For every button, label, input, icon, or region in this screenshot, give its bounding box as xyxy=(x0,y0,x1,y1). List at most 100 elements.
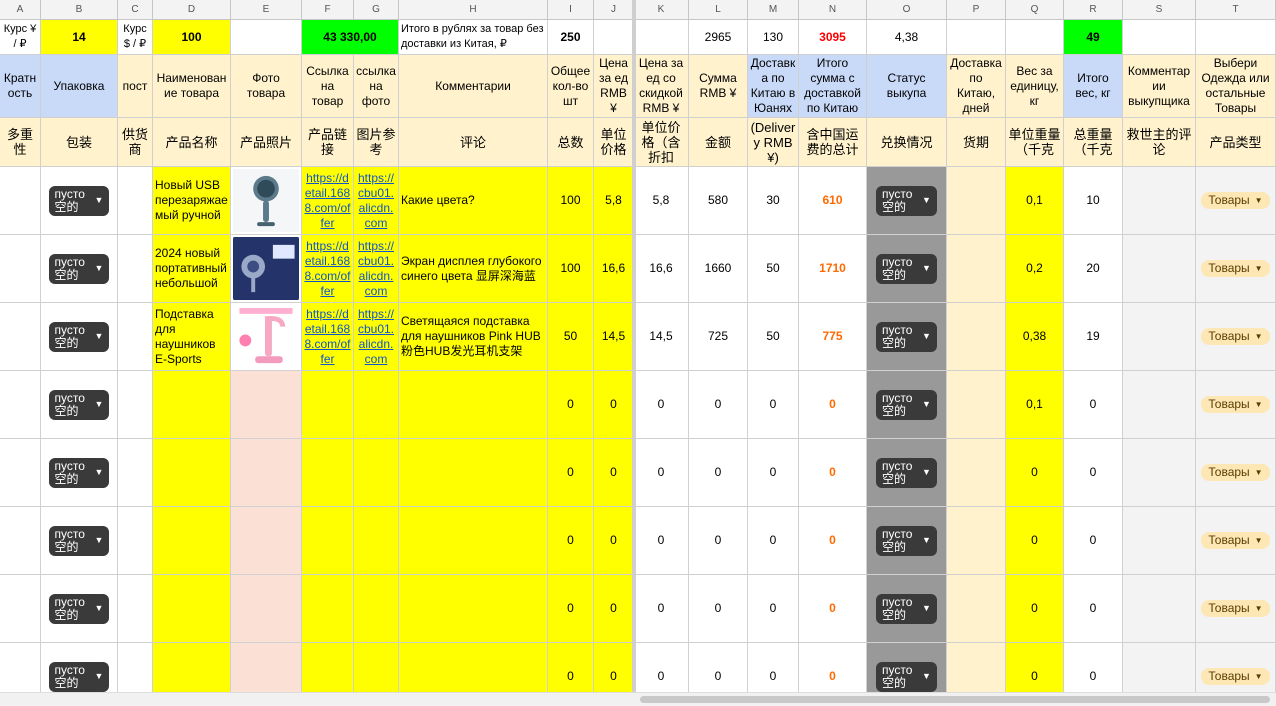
product-link-cell[interactable] xyxy=(302,371,354,439)
unit-price-cell[interactable]: 0 xyxy=(594,439,634,507)
product-link-cell[interactable] xyxy=(302,575,354,643)
product-photo-cell[interactable] xyxy=(231,371,302,439)
discount-price-cell[interactable]: 0 xyxy=(634,643,689,692)
delivery-cell[interactable]: 50 xyxy=(748,303,799,371)
sum-rmb-cell[interactable]: 0 xyxy=(689,575,748,643)
header-cn-s[interactable]: 救世主的评论 xyxy=(1123,118,1196,167)
packaging-cell[interactable]: пусто 空的 ▼ xyxy=(41,235,118,303)
supplier-cell[interactable] xyxy=(118,575,153,643)
photo-link-cell[interactable] xyxy=(354,575,399,643)
product-link-cell[interactable] xyxy=(302,507,354,575)
product-type-chip[interactable]: Товары ▼ xyxy=(1201,532,1270,549)
product-photo-cell[interactable] xyxy=(231,507,302,575)
header-cn-a[interactable]: 多重性 xyxy=(0,118,41,167)
sum-delivery-value[interactable]: 130 xyxy=(748,20,799,55)
product-photo-cell[interactable] xyxy=(231,235,302,303)
photo-link-cell[interactable] xyxy=(354,643,399,692)
header-ru-c[interactable]: пост xyxy=(118,55,153,118)
product-type-chip[interactable]: Товары ▼ xyxy=(1201,668,1270,685)
header-cn-d[interactable]: 产品名称 xyxy=(153,118,231,167)
delivery-days-cell[interactable] xyxy=(947,643,1006,692)
unit-price-cell[interactable]: 14,5 xyxy=(594,303,634,371)
unit-weight-cell[interactable]: 0,2 xyxy=(1006,235,1064,303)
total-with-delivery-cell[interactable]: 0 xyxy=(799,643,867,692)
quantity-cell[interactable]: 0 xyxy=(548,643,594,692)
horizontal-scrollbar[interactable] xyxy=(0,692,1276,706)
comment-cell[interactable] xyxy=(399,643,548,692)
column-header-f[interactable]: F xyxy=(302,0,354,20)
purchase-status-dropdown[interactable]: пусто 空的 ▼ xyxy=(876,321,937,352)
comment-cell[interactable] xyxy=(399,507,548,575)
header-cn-b[interactable]: 包装 xyxy=(41,118,118,167)
buyer-comment-cell[interactable] xyxy=(1123,235,1196,303)
summary-empty-p[interactable] xyxy=(947,20,1006,55)
purchase-status-cell[interactable]: пусто 空的 ▼ xyxy=(867,371,947,439)
photo-link-cell[interactable]: https://cbu01.alicdn.com xyxy=(354,303,399,371)
summary-empty-j[interactable] xyxy=(594,20,634,55)
photo-link-cell[interactable] xyxy=(354,371,399,439)
header-ru-e[interactable]: Фото товара xyxy=(231,55,302,118)
sum-rmb-cell[interactable]: 0 xyxy=(689,643,748,692)
delivery-cell[interactable]: 50 xyxy=(748,235,799,303)
column-header-g[interactable]: G xyxy=(354,0,399,20)
quantity-cell[interactable]: 100 xyxy=(548,235,594,303)
column-header-r[interactable]: R xyxy=(1064,0,1123,20)
product-type-cell[interactable]: Товары ▼ xyxy=(1196,167,1276,235)
packaging-cell[interactable]: пусто 空的 ▼ xyxy=(41,507,118,575)
sum-rmb-cell[interactable]: 0 xyxy=(689,371,748,439)
packaging-cell[interactable]: пусто 空的 ▼ xyxy=(41,643,118,692)
product-type-chip[interactable]: Товары ▼ xyxy=(1201,260,1270,277)
summary-empty-q[interactable] xyxy=(1006,20,1064,55)
rate-usd-value[interactable]: 100 xyxy=(153,20,231,55)
product-type-cell[interactable]: Товары ▼ xyxy=(1196,643,1276,692)
purchase-status-cell[interactable]: пусто 空的 ▼ xyxy=(867,167,947,235)
multiplicity-cell[interactable] xyxy=(0,575,41,643)
column-header-b[interactable]: B xyxy=(41,0,118,20)
horizontal-scrollbar-thumb[interactable] xyxy=(640,696,1270,703)
column-header-c[interactable]: C xyxy=(118,0,153,20)
delivery-cell[interactable]: 0 xyxy=(748,643,799,692)
supplier-cell[interactable] xyxy=(118,643,153,692)
total-rub-value[interactable]: 43 330,00 xyxy=(302,20,399,55)
packaging-cell[interactable]: пусто 空的 ▼ xyxy=(41,371,118,439)
sum-rmb-cell[interactable]: 580 xyxy=(689,167,748,235)
total-weight-cell[interactable]: 10 xyxy=(1064,167,1123,235)
header-cn-f[interactable]: 产品链接 xyxy=(302,118,354,167)
column-header-q[interactable]: Q xyxy=(1006,0,1064,20)
column-header-s[interactable]: S xyxy=(1123,0,1196,20)
header-cn-t[interactable]: 产品类型 xyxy=(1196,118,1276,167)
quantity-cell[interactable]: 0 xyxy=(548,575,594,643)
unit-price-cell[interactable]: 0 xyxy=(594,575,634,643)
unit-price-cell[interactable]: 0 xyxy=(594,371,634,439)
product-type-chip[interactable]: Товары ▼ xyxy=(1201,464,1270,481)
product-type-cell[interactable]: Товары ▼ xyxy=(1196,371,1276,439)
multiplicity-cell[interactable] xyxy=(0,371,41,439)
unit-price-cell[interactable]: 0 xyxy=(594,643,634,692)
delivery-cell[interactable]: 0 xyxy=(748,439,799,507)
packaging-dropdown[interactable]: пусто 空的 ▼ xyxy=(48,389,110,420)
product-photo-cell[interactable] xyxy=(231,439,302,507)
column-header-k[interactable]: K xyxy=(634,0,689,20)
packaging-dropdown[interactable]: пусто 空的 ▼ xyxy=(48,185,110,216)
header-cn-q[interactable]: 单位重量（千克 xyxy=(1006,118,1064,167)
discount-price-cell[interactable]: 14,5 xyxy=(634,303,689,371)
discount-price-cell[interactable]: 16,6 xyxy=(634,235,689,303)
supplier-cell[interactable] xyxy=(118,235,153,303)
total-with-delivery-cell[interactable]: 1710 xyxy=(799,235,867,303)
discount-price-cell[interactable]: 0 xyxy=(634,507,689,575)
purchase-status-cell[interactable]: пусто 空的 ▼ xyxy=(867,643,947,692)
header-cn-r[interactable]: 总重量（千克 xyxy=(1064,118,1123,167)
quantity-cell[interactable]: 0 xyxy=(548,507,594,575)
header-ru-p[interactable]: Доставка по Китаю, дней xyxy=(947,55,1006,118)
total-weight-value[interactable]: 49 xyxy=(1064,20,1123,55)
discount-price-cell[interactable]: 0 xyxy=(634,371,689,439)
header-ru-j[interactable]: Цена за ед RMB ¥ xyxy=(594,55,634,118)
photo-link-cell[interactable]: https://cbu01.alicdn.com xyxy=(354,167,399,235)
header-cn-g[interactable]: 图片参考 xyxy=(354,118,399,167)
rate-cny-label[interactable]: Курс ¥ / ₽ xyxy=(0,20,41,55)
total-rub-label[interactable]: Итого в рублях за товар без доставки из … xyxy=(399,20,548,55)
product-type-cell[interactable]: Товары ▼ xyxy=(1196,439,1276,507)
total-with-delivery-cell[interactable]: 775 xyxy=(799,303,867,371)
buyer-comment-cell[interactable] xyxy=(1123,507,1196,575)
unit-weight-cell[interactable]: 0 xyxy=(1006,507,1064,575)
